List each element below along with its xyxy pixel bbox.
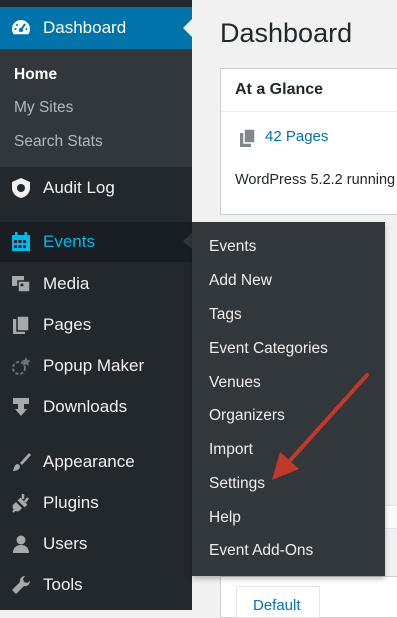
submenu-my-sites[interactable]: My Sites (14, 99, 73, 117)
submenu-search-stats[interactable]: Search Stats (14, 133, 103, 151)
sidebar-item-audit-log[interactable]: Audit Log (0, 168, 192, 208)
events-flyout-menu: Events Add New Tags Event Categories Ven… (192, 222, 385, 576)
popup-maker-icon (9, 354, 33, 378)
submenu-home[interactable]: Home (14, 66, 57, 84)
plugin-icon (9, 491, 33, 515)
user-icon (9, 532, 33, 556)
sidebar-item-plugins[interactable]: Plugins (0, 483, 192, 523)
audit-log-icon (9, 176, 33, 200)
current-indicator (183, 19, 192, 37)
flyout-item-tags[interactable]: Tags (209, 306, 242, 324)
sidebar-item-label: Pages (43, 315, 92, 334)
flyout-item-events[interactable]: Events (209, 238, 256, 256)
pages-count-link[interactable]: 42 Pages (265, 128, 328, 145)
flyout-pointer (183, 233, 192, 249)
sidebar-item-label: Appearance (43, 452, 135, 471)
sidebar-item-downloads[interactable]: Downloads (0, 387, 192, 427)
dashboard-icon (9, 16, 33, 40)
admin-sidebar: Dashboard Home My Sites Search Stats Aud… (0, 0, 192, 610)
flyout-item-help[interactable]: Help (209, 509, 241, 527)
sidebar-item-media[interactable]: Media (0, 264, 192, 304)
flyout-item-venues[interactable]: Venues (209, 374, 261, 392)
sidebar-item-appearance[interactable]: Appearance (0, 442, 192, 482)
sidebar-item-label: Users (43, 534, 88, 553)
pages-icon (238, 128, 258, 148)
sidebar-item-label: Media (43, 274, 90, 293)
calendar-icon (9, 230, 33, 254)
sidebar-item-label: Plugins (43, 493, 99, 512)
flyout-item-import[interactable]: Import (209, 441, 253, 459)
flyout-item-event-categories[interactable]: Event Categories (209, 340, 328, 358)
pages-icon (9, 313, 33, 337)
sidebar-item-popup-maker[interactable]: Popup Maker (0, 346, 192, 386)
sidebar-item-label: Dashboard (43, 18, 127, 37)
paintbrush-icon (9, 450, 33, 474)
at-a-glance-widget: At a Glance 42 Pages WordPress 5.2.2 run… (220, 68, 397, 215)
widget-title: At a Glance (235, 81, 324, 98)
wordpress-version-text: WordPress 5.2.2 running (235, 172, 396, 188)
flyout-item-settings[interactable]: Settings (209, 475, 265, 493)
wrench-icon (9, 573, 33, 597)
widget-header: At a Glance (221, 69, 397, 112)
sidebar-item-pages[interactable]: Pages (0, 305, 192, 345)
flyout-item-add-new[interactable]: Add New (209, 272, 272, 290)
media-icon (9, 272, 33, 296)
flyout-item-event-add-ons[interactable]: Event Add-Ons (209, 542, 313, 560)
flyout-item-organizers[interactable]: Organizers (209, 407, 285, 425)
sidebar-item-tools[interactable]: Tools (0, 565, 192, 605)
sidebar-item-label: Popup Maker (43, 356, 145, 375)
sidebar-item-label: Downloads (43, 397, 128, 416)
download-icon (9, 395, 33, 419)
sidebar-item-dashboard[interactable]: Dashboard (0, 7, 192, 49)
sidebar-item-events[interactable]: Events (0, 222, 192, 262)
page-title: Dashboard (220, 18, 353, 48)
default-tab-label: Default (253, 597, 301, 614)
dashboard-submenu: Home My Sites Search Stats (0, 49, 192, 167)
sidebar-item-label: Events (43, 232, 95, 251)
sidebar-item-users[interactable]: Users (0, 524, 192, 564)
sidebar-item-label: Audit Log (43, 178, 115, 197)
sidebar-item-label: Tools (43, 575, 83, 594)
default-tab[interactable]: Default (236, 586, 320, 618)
